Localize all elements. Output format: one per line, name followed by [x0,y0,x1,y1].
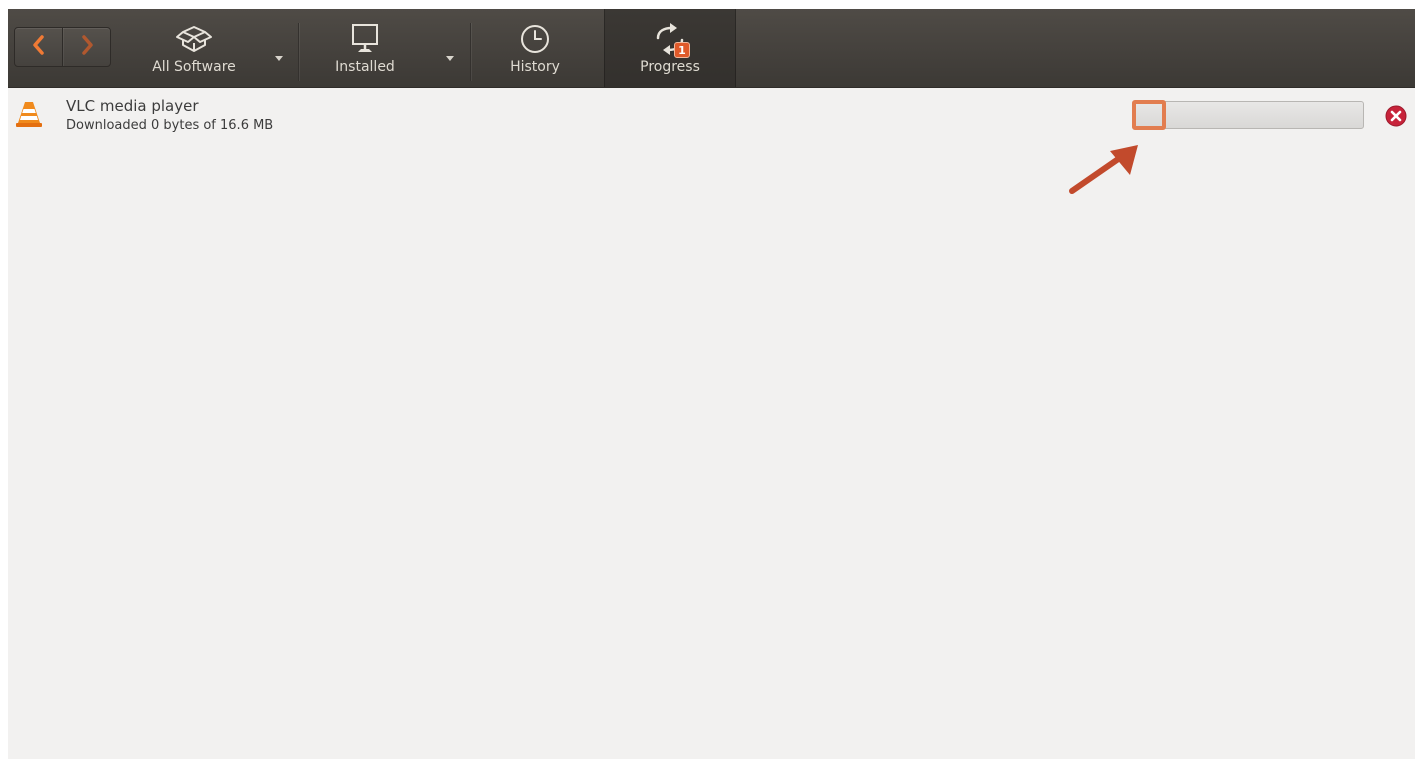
download-status: Downloaded 0 bytes of 16.6 MB [66,118,274,133]
software-center-window: All Software Installed History 1 Progres… [8,9,1415,759]
sync-arrows-icon: 1 [648,22,692,58]
forward-button[interactable] [62,28,110,66]
history-button[interactable]: History [474,9,596,87]
installed-button[interactable]: Installed [308,9,422,87]
caret-down-icon [275,47,283,66]
progress-button[interactable]: 1 Progress [604,9,736,87]
vlc-cone-icon [14,99,44,133]
toolbar: All Software Installed History 1 Progres… [8,9,1415,88]
toolbar-separator [470,23,471,81]
app-name: VLC media player [66,97,199,115]
progress-label: Progress [640,59,700,75]
all-software-label: All Software [152,59,236,75]
installed-label: Installed [335,59,395,75]
annotation-highlight-box [1132,100,1166,130]
chevron-right-icon [79,34,95,60]
list-item: VLC media player Downloaded 0 bytes of 1… [8,88,1415,136]
cancel-button[interactable] [1385,105,1407,127]
history-label: History [510,59,560,75]
installed-dropdown[interactable] [432,31,468,81]
download-progress-bar [1132,101,1364,129]
chevron-left-icon [31,34,47,60]
toolbar-separator [298,23,299,81]
open-box-icon [174,22,214,56]
annotation-arrow-icon [1066,139,1150,203]
progress-count-badge: 1 [674,42,690,58]
navigation-buttons [14,27,111,67]
caret-down-icon [446,47,454,66]
close-icon [1385,105,1407,131]
back-button[interactable] [15,28,62,66]
all-software-dropdown[interactable] [261,31,297,81]
monitor-icon [345,22,385,56]
clock-icon [518,22,552,56]
all-software-button[interactable]: All Software [136,9,252,87]
